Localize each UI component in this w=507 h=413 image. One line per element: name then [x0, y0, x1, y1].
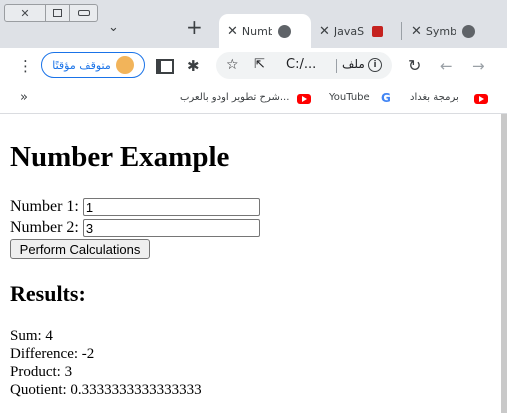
youtube-icon	[297, 94, 311, 104]
result-quotient: Quotient: 0.3333333333333333	[10, 382, 202, 398]
bookmark-odoo[interactable]: شرح تطوير اودو بالعرب...	[180, 92, 289, 103]
paused-label: متوقف مؤقتًا	[52, 58, 111, 72]
side-panel-icon[interactable]	[156, 59, 174, 74]
close-icon: ✕	[20, 6, 30, 20]
window-close-button[interactable]: ✕	[4, 4, 46, 22]
perform-calculations-button[interactable]: Perform Calculations	[10, 239, 150, 259]
tab-title: Symb	[425, 24, 456, 38]
tab-close-icon[interactable]: ✕	[319, 24, 330, 39]
youtube-icon	[371, 25, 383, 37]
maximize-icon	[53, 9, 62, 17]
tab-close-icon[interactable]: ✕	[411, 24, 422, 39]
scrollbar[interactable]	[501, 114, 507, 413]
new-tab-icon[interactable]: +	[186, 17, 203, 37]
number2-row: Number 2:	[10, 218, 260, 238]
chevron-down-icon[interactable]: ⌄	[108, 20, 119, 35]
tab-title: JavaS	[333, 24, 364, 38]
bookmark-youtube[interactable]: YouTube	[329, 92, 370, 103]
reload-icon[interactable]: ↻	[408, 57, 421, 75]
more-bookmarks-icon[interactable]: »	[20, 90, 28, 105]
result-product: Product: 3	[10, 364, 73, 380]
bookmarks-bar: » شرح تطوير اودو بالعرب... YouTube G برم…	[0, 84, 507, 114]
share-icon[interactable]: ⇱	[254, 57, 265, 72]
tab-close-icon[interactable]: ✕	[227, 24, 238, 39]
globe-icon	[461, 24, 475, 38]
result-difference: Difference: -2	[10, 346, 95, 362]
window-maximize-button[interactable]	[46, 4, 70, 22]
file-label: ملف	[342, 57, 365, 71]
forward-icon[interactable]: ←	[440, 57, 453, 75]
extensions-icon[interactable]: ✱	[187, 57, 200, 75]
youtube-icon	[474, 94, 488, 104]
number1-row: Number 1:	[10, 197, 260, 217]
number2-input[interactable]	[82, 219, 260, 237]
bookmark-baghdad[interactable]: برمجة بغداد	[410, 92, 459, 103]
number1-input[interactable]	[82, 198, 260, 216]
tab-strip: ✕ ⌄ + ✕ Numb ✕ JavaS ✕ Symb	[0, 0, 507, 48]
tab-title: Numb	[241, 24, 272, 38]
address-separator	[336, 59, 337, 73]
info-icon[interactable]: i	[368, 58, 382, 72]
browser-window: ✕ ⌄ + ✕ Numb ✕ JavaS ✕ Symb ⋮ متوقف مؤقت…	[0, 0, 507, 413]
tab-separator	[401, 22, 402, 40]
url-text: C:/...	[286, 57, 317, 72]
tab-number-example[interactable]: ✕ Numb	[219, 14, 311, 48]
browser-toolbar: ⋮ متوقف مؤقتًا ✱ ☆ ⇱ C:/... ملف i ↻ ← →	[0, 48, 507, 84]
number1-label: Number 1:	[10, 198, 79, 215]
back-icon[interactable]: →	[472, 57, 485, 75]
result-sum: Sum: 4	[10, 328, 53, 344]
minimize-icon	[77, 10, 90, 16]
google-icon: G	[381, 91, 391, 105]
tab-javascript[interactable]: ✕ JavaS	[311, 14, 397, 48]
number2-label: Number 2:	[10, 219, 79, 236]
globe-icon	[277, 24, 291, 38]
menu-icon[interactable]: ⋮	[18, 57, 33, 75]
window-minimize-button[interactable]	[70, 4, 98, 22]
profile-paused-button[interactable]: متوقف مؤقتًا	[41, 52, 145, 78]
page-title: Number Example	[10, 141, 230, 173]
address-bar[interactable]: ☆ ⇱ C:/... ملف i	[216, 52, 392, 79]
tab-symbol[interactable]: ✕ Symb	[403, 14, 493, 48]
avatar	[115, 56, 134, 74]
bookmark-star-icon[interactable]: ☆	[226, 57, 239, 73]
page-content: Number Example Number 1: Number 2: Perfo…	[0, 114, 501, 413]
results-heading: Results:	[10, 281, 86, 306]
